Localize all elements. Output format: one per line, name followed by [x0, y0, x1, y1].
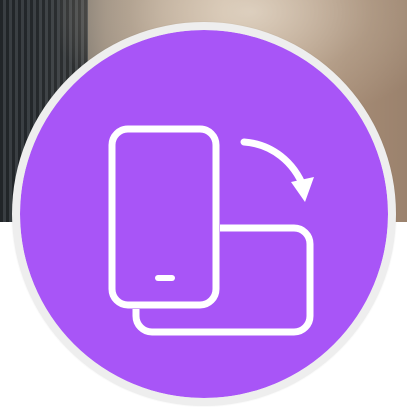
- screen-rotation-badge[interactable]: [20, 30, 388, 398]
- screen-rotation-icon: [20, 30, 388, 398]
- app-icon-canvas: [0, 0, 407, 413]
- home-indicator: [155, 275, 175, 281]
